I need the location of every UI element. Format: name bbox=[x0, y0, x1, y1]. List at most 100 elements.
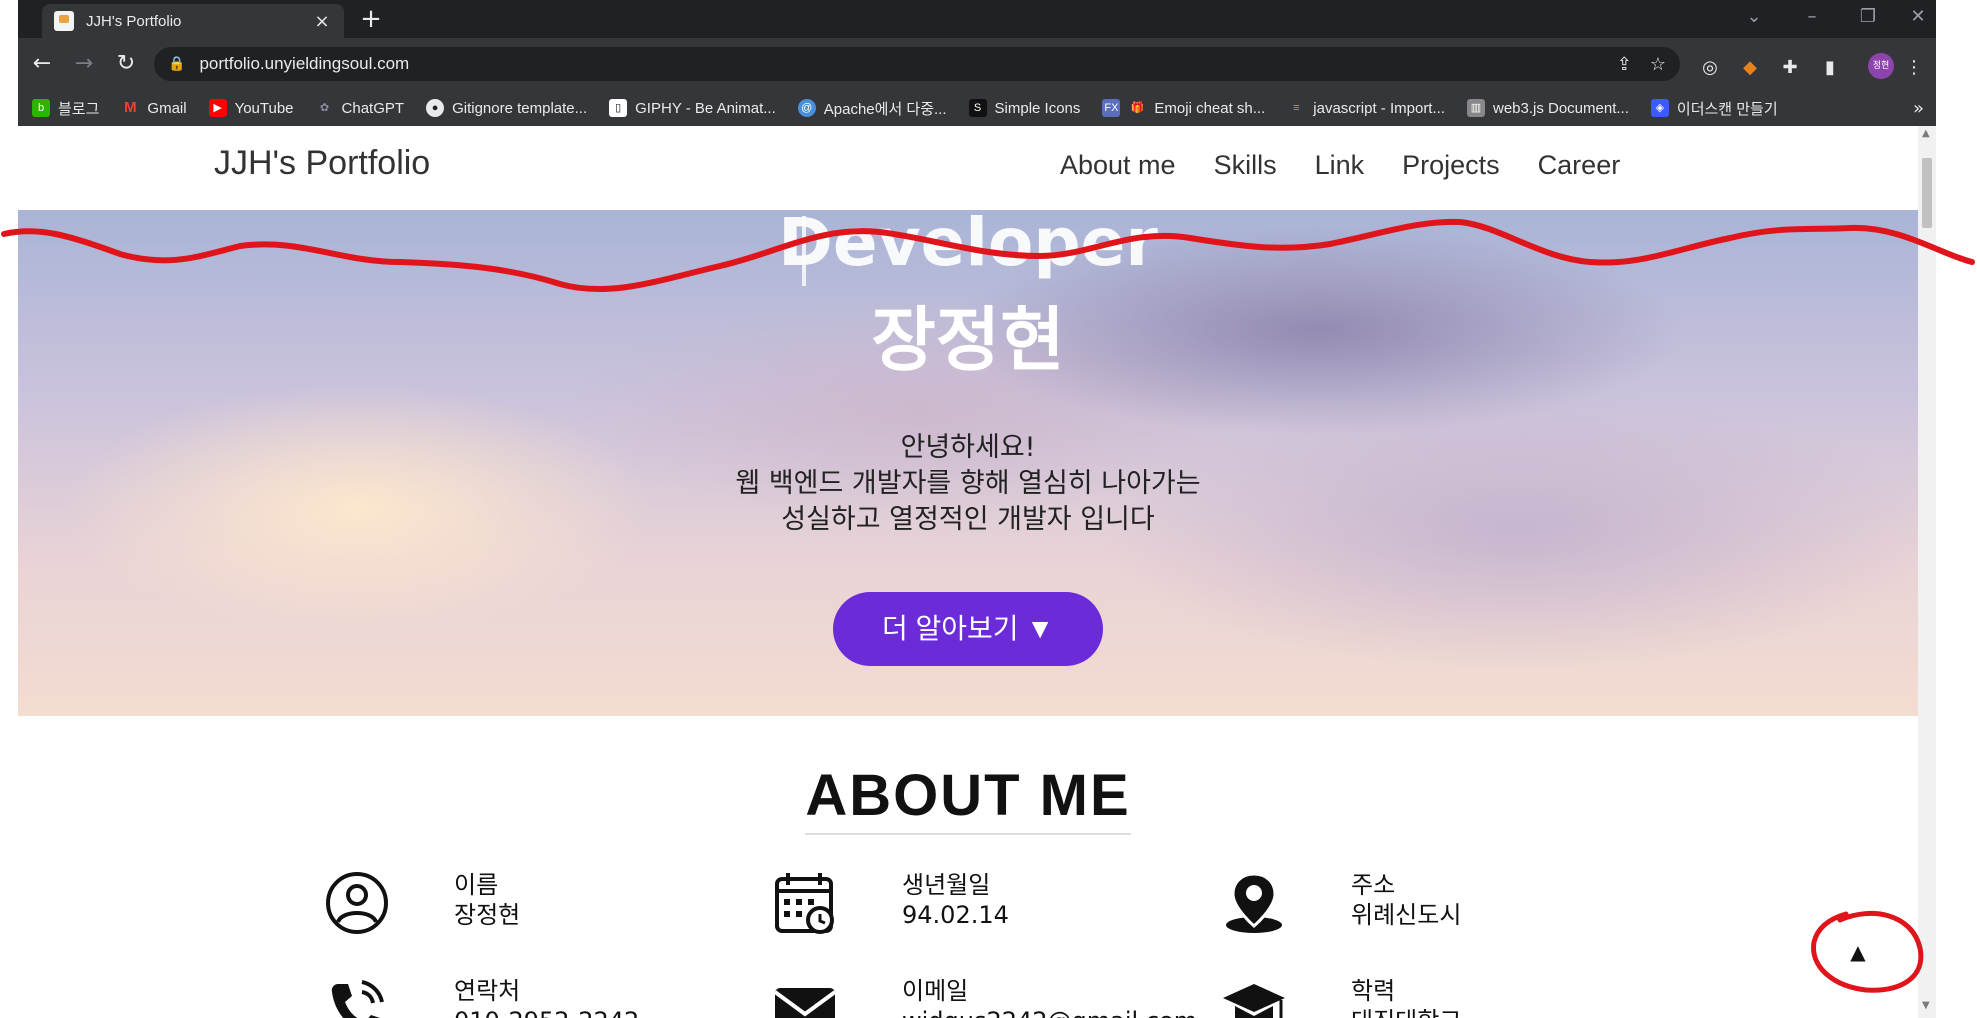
stackoverflow-icon: ≡ bbox=[1293, 102, 1300, 114]
site-brand[interactable]: JJH's Portfolio bbox=[214, 144, 430, 183]
extensions-puzzle-icon[interactable]: ✚ bbox=[1778, 56, 1802, 80]
hero-intro-line1: 웹 백엔드 개발자를 향해 열심히 나아가는 bbox=[735, 468, 1201, 499]
browser-chrome: JJH's Portfolio × + ⌄ – ❐ ✕ ← → ↻ 🔒 port… bbox=[18, 0, 1936, 126]
nav-link[interactable]: Link bbox=[1315, 150, 1365, 181]
hero-title-developer: Developer bbox=[778, 204, 1158, 281]
maximize-icon[interactable]: ❐ bbox=[1848, 6, 1888, 27]
site-navbar: JJH's Portfolio About me Skills Link Pro… bbox=[18, 126, 1918, 210]
extension-target-icon[interactable]: ◎ bbox=[1698, 56, 1722, 80]
nav-projects[interactable]: Projects bbox=[1402, 150, 1500, 181]
back-icon[interactable]: ← bbox=[26, 48, 58, 80]
info-label: 이름 bbox=[454, 871, 499, 899]
favicon-icon bbox=[54, 11, 74, 31]
bookmark-item[interactable]: ≡ javascript - Import... bbox=[1287, 99, 1445, 117]
fx-icon: FX bbox=[1102, 99, 1121, 117]
close-window-icon[interactable]: ✕ bbox=[1898, 6, 1938, 27]
hero-title-name: 장정현 bbox=[871, 299, 1065, 381]
bookmark-item[interactable]: b 블로그 bbox=[32, 98, 99, 119]
bookmark-item[interactable]: ▥ web3.js Document... bbox=[1466, 99, 1629, 117]
tab-strip: JJH's Portfolio × + ⌄ – ❐ ✕ bbox=[18, 0, 1936, 38]
profile-avatar[interactable]: 정현 bbox=[1868, 53, 1894, 79]
info-value: 010-2952-2242 bbox=[454, 1006, 639, 1018]
info-label: 생년월일 bbox=[902, 871, 991, 899]
gift-icon: 🎁 bbox=[1130, 102, 1145, 114]
info-email: 이메일 wjdgus2242@gmail.com bbox=[772, 976, 1197, 1018]
gmail-icon: M bbox=[124, 99, 137, 116]
info-birthdate: 생년월일 94.02.14 bbox=[772, 870, 1009, 936]
bookmark-item[interactable]: M Gmail bbox=[121, 99, 186, 117]
info-contact: 연락처 010-2952-2242 bbox=[324, 976, 639, 1018]
info-value: 위례신도시 bbox=[1351, 901, 1462, 929]
bookmark-item[interactable]: ▯ GIPHY - Be Animat... bbox=[609, 99, 776, 117]
scroll-down-arrow-icon[interactable]: ▼ bbox=[1922, 1000, 1930, 1011]
giphy-icon: ▯ bbox=[609, 99, 628, 117]
side-panel-icon[interactable]: ▮ bbox=[1818, 56, 1842, 80]
info-address: 주소 위례신도시 bbox=[1221, 870, 1461, 936]
nav-skills[interactable]: Skills bbox=[1214, 150, 1277, 181]
info-name: 이름 장정현 bbox=[324, 870, 520, 936]
chatgpt-icon: ✿ bbox=[319, 102, 330, 114]
menu-kebab-icon[interactable]: ⋮ bbox=[1902, 56, 1926, 80]
metamask-icon[interactable]: ◆ bbox=[1738, 56, 1762, 80]
browser-toolbar: ← → ↻ 🔒 portfolio.unyieldingsoul.com ⇪ ☆… bbox=[18, 38, 1936, 90]
tab-title: JJH's Portfolio bbox=[86, 12, 182, 30]
graduation-icon bbox=[1223, 984, 1285, 1018]
nav-about-me[interactable]: About me bbox=[1060, 150, 1176, 181]
info-value: 대진대학교 bbox=[1351, 1006, 1461, 1018]
calendar-icon bbox=[775, 873, 834, 934]
bookmark-item[interactable]: ▶ YouTube bbox=[208, 99, 294, 117]
blog-icon: b bbox=[32, 99, 50, 117]
info-education: 학력 대진대학교 bbox=[1221, 976, 1461, 1018]
location-icon bbox=[1226, 872, 1282, 933]
about-me-title: ABOUT ME bbox=[18, 762, 1918, 835]
address-bar[interactable]: 🔒 portfolio.unyieldingsoul.com ⇪ ☆ bbox=[154, 47, 1680, 81]
info-label: 이메일 bbox=[902, 977, 969, 1005]
new-tab-icon[interactable]: + bbox=[356, 4, 386, 34]
right-margin bbox=[1936, 0, 1977, 1018]
bookmark-item[interactable]: FX 🎁 Emoji cheat sh... bbox=[1102, 99, 1265, 117]
bookmark-item[interactable]: ✿ ChatGPT bbox=[316, 99, 404, 117]
bookmark-item[interactable]: S Simple Icons bbox=[968, 99, 1080, 117]
mail-icon bbox=[773, 988, 837, 1018]
simple-icons-icon: S bbox=[968, 99, 987, 117]
left-margin bbox=[0, 0, 18, 1018]
scroll-top-button[interactable]: ▲ bbox=[1838, 932, 1878, 972]
about-me-heading: ABOUT ME bbox=[805, 762, 1131, 835]
github-icon: ● bbox=[426, 99, 445, 117]
bookmark-item[interactable]: ◈ 이더스캔 만들기 bbox=[1650, 98, 1778, 119]
info-label: 학력 bbox=[1351, 977, 1396, 1005]
tab-search-icon[interactable]: ⌄ bbox=[1734, 6, 1774, 27]
page-viewport: JJH's Portfolio About me Skills Link Pro… bbox=[18, 126, 1918, 1018]
phone-icon bbox=[331, 980, 384, 1018]
user-icon bbox=[326, 872, 388, 934]
nav-career[interactable]: Career bbox=[1538, 150, 1621, 181]
bookmark-star-icon[interactable]: ☆ bbox=[1650, 54, 1666, 75]
info-label: 주소 bbox=[1351, 871, 1396, 899]
hero-greeting: 안녕하세요! bbox=[900, 432, 1036, 463]
hero-section: Developer 장정현 안녕하세요! 웹 백엔드 개발자를 향해 열심히 나… bbox=[18, 204, 1918, 716]
info-value: wjdgus2242@gmail.com bbox=[902, 1006, 1197, 1018]
bookmarks-bar: b 블로그 M Gmail ▶ YouTube ✿ ChatGPT ● Gitignore… bbox=[18, 90, 1936, 126]
etherscan-icon: ◈ bbox=[1650, 99, 1669, 117]
browser-tab[interactable]: JJH's Portfolio × bbox=[42, 4, 344, 38]
info-value: 장정현 bbox=[454, 901, 521, 929]
youtube-icon: ▶ bbox=[208, 99, 227, 117]
web3js-icon: ▥ bbox=[1466, 99, 1485, 117]
info-value: 94.02.14 bbox=[902, 901, 1009, 929]
site-nav: About me Skills Link Projects Career bbox=[1060, 150, 1620, 181]
url-text: portfolio.unyieldingsoul.com bbox=[199, 54, 410, 73]
forward-icon[interactable]: → bbox=[68, 48, 100, 80]
scrollbar-thumb[interactable] bbox=[1922, 158, 1932, 228]
more-bookmarks-icon[interactable]: » bbox=[1913, 98, 1924, 119]
at-icon: @ bbox=[797, 99, 816, 117]
reload-icon[interactable]: ↻ bbox=[110, 48, 142, 80]
share-icon[interactable]: ⇪ bbox=[1617, 54, 1632, 75]
bookmark-item[interactable]: @ Apache에서 다중... bbox=[797, 98, 947, 119]
learn-more-button[interactable]: 더 알아보기 ▼ bbox=[833, 592, 1103, 666]
minimize-icon[interactable]: – bbox=[1792, 6, 1832, 27]
close-tab-icon[interactable]: × bbox=[312, 11, 332, 32]
bookmark-item[interactable]: ● Gitignore template... bbox=[426, 99, 587, 117]
lock-icon: 🔒 bbox=[168, 56, 186, 72]
scroll-up-arrow-icon[interactable]: ▲ bbox=[1922, 128, 1930, 139]
page-scrollbar[interactable]: ▲ ▼ bbox=[1918, 126, 1936, 1018]
